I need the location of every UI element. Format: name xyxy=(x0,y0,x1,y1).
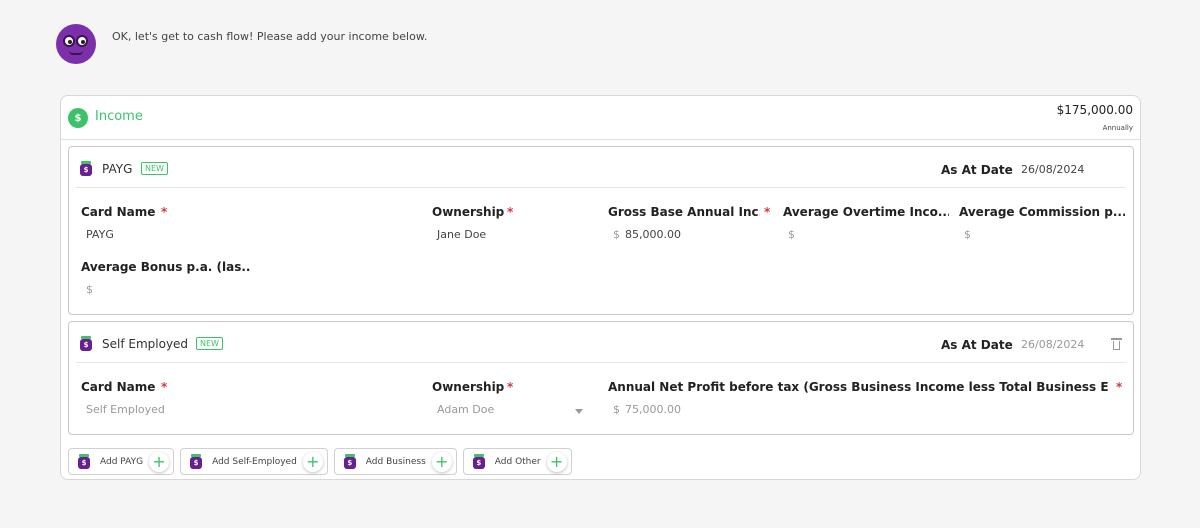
annual-net-profit-field[interactable]: Annual Net Profit before tax (Gross Busi… xyxy=(608,380,1122,416)
avg-overtime-value[interactable]: $ xyxy=(783,228,949,241)
self-ownership-field[interactable]: Ownership * Adam Doe xyxy=(432,380,592,416)
payg-ownership-field[interactable]: Ownership * Jane Doe xyxy=(432,205,602,241)
money-bag-icon: $ xyxy=(80,336,92,351)
self-employed-card-header: $ Self Employed NEW As At Date 26/08/202… xyxy=(76,322,1126,363)
income-icon: $ xyxy=(68,108,88,128)
gross-base-value[interactable]: $85,000.00 xyxy=(608,228,774,241)
avg-commission-value[interactable]: $ xyxy=(959,228,1125,241)
payg-card-title: PAYG xyxy=(102,162,133,176)
avg-bonus-value[interactable]: $ xyxy=(81,283,251,296)
payg-card: $ PAYG NEW As At Date 26/08/2024 Card Na… xyxy=(68,146,1134,315)
card-name-value[interactable]: Self Employed xyxy=(81,403,411,416)
net-profit-value[interactable]: $75,000.00 xyxy=(608,403,1120,416)
as-at-date-label: As At Date xyxy=(941,338,1013,352)
card-name-label: Card Name * xyxy=(81,380,168,394)
new-badge: NEW xyxy=(141,162,168,175)
gross-base-annual-income-field[interactable]: Gross Base Annual Inc... * $85,000.00 xyxy=(608,205,774,241)
net-profit-label: Annual Net Profit before tax (Gross Busi… xyxy=(608,380,1108,394)
money-bag-icon: $ xyxy=(80,161,92,176)
income-total: $175,000.00 xyxy=(1056,103,1133,117)
card-name-label: Card Name * xyxy=(81,205,168,219)
add-self-employed-button[interactable]: $ Add Self-Employed + xyxy=(180,448,328,475)
add-payg-button[interactable]: $ Add PAYG + xyxy=(68,448,175,475)
money-bag-icon: $ xyxy=(190,454,203,469)
gross-base-label: Gross Base Annual Inc... xyxy=(608,205,760,219)
assistant-message: OK, let's get to cash flow! Please add y… xyxy=(112,30,428,43)
as-at-date-value[interactable]: 26/08/2024 xyxy=(1021,163,1084,176)
plus-icon[interactable]: + xyxy=(431,451,452,472)
average-commission-field[interactable]: Average Commission p.... $ xyxy=(959,205,1125,241)
ownership-value[interactable]: Adam Doe xyxy=(432,403,592,416)
ownership-label: Ownership * xyxy=(432,205,514,219)
money-bag-icon: $ xyxy=(78,454,90,469)
add-other-button[interactable]: $ Add Other + xyxy=(462,448,572,475)
income-title: Income xyxy=(95,109,143,124)
trash-icon[interactable] xyxy=(1111,338,1122,350)
as-at-date-value[interactable]: 26/08/2024 xyxy=(1021,338,1084,351)
plus-icon[interactable]: + xyxy=(546,451,567,472)
assistant-avatar xyxy=(56,24,96,64)
add-payg-label: Add PAYG xyxy=(100,456,144,467)
average-overtime-income-field[interactable]: Average Overtime Inco... $ xyxy=(783,205,949,241)
ownership-label: Ownership * xyxy=(432,380,514,394)
self-employed-card: $ Self Employed NEW As At Date 26/08/202… xyxy=(68,321,1134,435)
plus-icon[interactable]: + xyxy=(149,451,170,472)
payg-card-name-field[interactable]: Card Name * PAYG xyxy=(81,205,411,241)
payg-card-header: $ PAYG NEW As At Date 26/08/2024 xyxy=(76,147,1126,188)
avg-commission-label: Average Commission p.... xyxy=(959,205,1125,219)
assistant-header: OK, let's get to cash flow! Please add y… xyxy=(56,24,427,64)
card-name-value[interactable]: PAYG xyxy=(81,228,411,241)
income-panel: $ Income $175,000.00 Annually $ PAYG NEW… xyxy=(60,95,1141,480)
add-self-employed-label: Add Self-Employed xyxy=(212,456,297,467)
avg-bonus-label: Average Bonus p.a. (las... xyxy=(81,260,251,274)
as-at-date-label: As At Date xyxy=(941,163,1013,177)
add-business-button[interactable]: $ Add Business + xyxy=(333,448,457,475)
money-bag-icon: $ xyxy=(343,454,356,469)
add-income-buttons: $ Add PAYG + $ Add Self-Employed + $ Add… xyxy=(68,448,572,475)
money-bag-icon: $ xyxy=(472,454,485,469)
income-panel-header: $ Income $175,000.00 Annually xyxy=(61,96,1140,140)
add-other-label: Add Other xyxy=(494,456,541,467)
self-employed-card-title: Self Employed xyxy=(102,337,189,351)
ownership-value[interactable]: Jane Doe xyxy=(432,228,602,241)
self-card-name-field[interactable]: Card Name * Self Employed xyxy=(81,380,411,416)
avg-overtime-label: Average Overtime Inco... xyxy=(783,205,949,219)
average-bonus-field[interactable]: Average Bonus p.a. (las... $ xyxy=(81,260,251,296)
add-business-label: Add Business xyxy=(365,456,426,467)
plus-icon[interactable]: + xyxy=(302,451,323,472)
chevron-down-icon[interactable] xyxy=(575,409,583,414)
new-badge: NEW xyxy=(196,337,223,350)
income-frequency: Annually xyxy=(1102,124,1133,132)
